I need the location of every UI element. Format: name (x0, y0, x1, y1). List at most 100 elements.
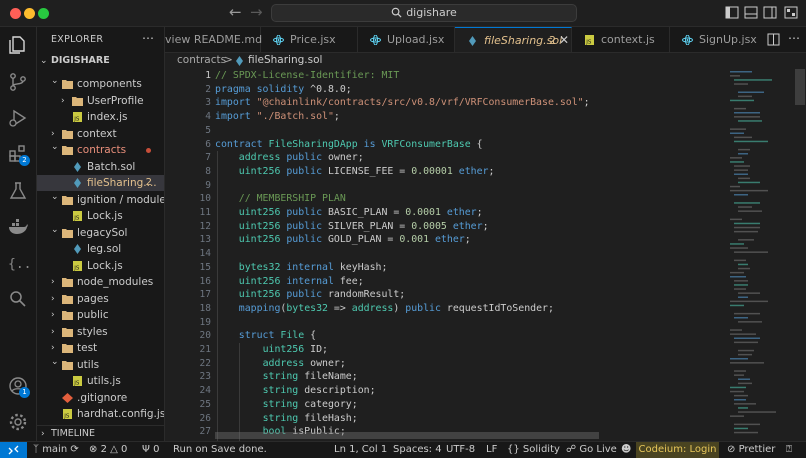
maximize-window-button[interactable] (38, 8, 49, 19)
problems-status[interactable]: ⊗ 2 △ 0 (89, 442, 127, 458)
testing-flask-icon[interactable] (7, 180, 29, 202)
command-center-search[interactable]: digishare (271, 4, 577, 22)
javascript-file-icon: JS (73, 112, 82, 122)
close-window-button[interactable] (10, 8, 21, 19)
code-line[interactable]: import "./Batch.sol"; (215, 110, 340, 124)
encoding-status[interactable]: UTF-8 (446, 442, 475, 458)
code-line[interactable]: bytes32 internal keyHash; (215, 261, 388, 275)
tree-item[interactable]: leg.sol (37, 241, 164, 257)
split-editor-icon[interactable] (767, 33, 780, 46)
tree-item[interactable]: ⌄ legacySol (37, 225, 164, 241)
editor-tab[interactable]: fileSharing.sol 2 ✕ (455, 27, 572, 52)
tree-item[interactable]: ⌄ components (37, 76, 164, 92)
code-line[interactable]: uint256 ID; (215, 343, 328, 357)
code-line[interactable]: string category; (215, 398, 358, 412)
tree-item[interactable]: › UserProfile (37, 93, 164, 109)
tree-item-label: components (77, 78, 142, 90)
tree-item[interactable]: .gitignore (37, 390, 164, 406)
ports-status[interactable]: Ψ 0 (142, 442, 159, 458)
folder-icon (62, 327, 73, 337)
tree-item[interactable]: ⌄ contracts (37, 142, 164, 158)
code-token: uint256 (238, 207, 287, 218)
minimap-slider[interactable] (795, 69, 805, 105)
remote-indicator[interactable] (0, 442, 27, 458)
docker-whale-icon[interactable] (7, 216, 29, 238)
editor-tab[interactable]: JS context.js (572, 27, 670, 52)
code-line[interactable]: pragma solidity ^0.8.0; (215, 83, 352, 97)
explorer-files-icon[interactable] (7, 34, 29, 56)
code-line[interactable]: uint256 public GOLD_PLAN = 0.001 ether; (215, 233, 471, 247)
settings-gear-icon[interactable] (7, 411, 29, 433)
project-root[interactable]: ⌄ DIGISHARE (37, 53, 164, 69)
run-debug-icon[interactable] (7, 107, 29, 129)
minimap[interactable] (728, 69, 800, 441)
code-token: struct (238, 330, 281, 342)
more-actions-icon[interactable]: ⋯ (142, 31, 154, 45)
indentation-status[interactable]: Spaces: 4 (393, 442, 442, 458)
cursor-position[interactable]: Ln 1, Col 1 (334, 442, 387, 458)
code-line[interactable]: contract FileSharingDApp is VRFConsumerB… (215, 138, 483, 152)
solidity-file-icon (74, 161, 81, 172)
horizontal-scrollbar[interactable] (215, 432, 599, 439)
breadcrumb-file[interactable]: fileSharing.sol (248, 53, 322, 68)
more-actions-icon[interactable]: ⋯ (788, 31, 800, 45)
branch-status[interactable]: ᛉ main ⟳ (33, 442, 79, 458)
code-editor[interactable]: 1 2 3 4 5 6 7 8 9 10 11 12 13 14 15 16 17 18 19 20 21 22 23 24 2… (165, 69, 806, 441)
minimize-window-button[interactable] (24, 8, 35, 19)
code-line[interactable]: string fileHash; (215, 412, 358, 426)
forward-arrow-icon[interactable]: → (250, 3, 263, 21)
tree-item[interactable]: › pages (37, 291, 164, 307)
go-live-button[interactable]: ☍ Go Live (566, 442, 617, 458)
editor-tab[interactable]: view README.md (165, 27, 262, 52)
code-line[interactable]: uint256 public LICENSE_FEE = 0.00001 eth… (215, 165, 495, 179)
eol-status[interactable]: LF (486, 442, 497, 458)
editor-tab[interactable]: Price.jsx (261, 27, 358, 52)
line-number: 15 (199, 261, 211, 273)
code-line[interactable]: uint256 internal fee; (215, 275, 364, 289)
tree-item[interactable]: JS index.js (37, 109, 164, 125)
run-on-save-status[interactable]: Run on Save done. (173, 442, 267, 458)
prettier-status[interactable]: ⊘ Prettier (727, 442, 775, 458)
source-control-icon[interactable] (7, 71, 29, 93)
toggle-panel-icon[interactable] (744, 6, 758, 19)
editor-tab[interactable]: SignUp.jsx (670, 27, 768, 52)
tree-item[interactable]: › node_modules (37, 274, 164, 290)
language-mode[interactable]: {} Solidity (507, 442, 560, 458)
code-line[interactable]: uint256 public randomResult; (215, 288, 405, 302)
close-tab-icon[interactable]: ✕ (559, 28, 569, 52)
code-token: keyHash; (339, 261, 388, 273)
tree-item[interactable]: JS utils.js (37, 373, 164, 389)
tree-item[interactable]: JS hardhat.config.js (37, 406, 164, 422)
tree-item[interactable]: ⌄ ignition / modules (37, 192, 164, 208)
tree-item[interactable]: Batch.sol (37, 159, 164, 175)
code-line[interactable]: uint256 public BASIC_PLAN = 0.0001 ether… (215, 206, 483, 220)
copilot-icon[interactable]: ☻ (621, 442, 631, 458)
search-icon[interactable] (7, 288, 29, 310)
code-line[interactable]: string fileName; (215, 370, 358, 384)
notifications-bell-icon[interactable]: ⍰ (786, 442, 792, 458)
breadcrumb-folder[interactable]: contracts (177, 53, 226, 68)
code-line[interactable]: address public owner; (215, 151, 364, 165)
editor-tab[interactable]: Upload.jsx (358, 27, 455, 52)
tree-item-label: Batch.sol (87, 160, 136, 173)
back-arrow-icon[interactable]: ← (229, 3, 242, 21)
code-line[interactable]: string description; (215, 384, 376, 398)
toggle-primary-sidebar-icon[interactable] (725, 6, 739, 19)
code-line[interactable]: import "@chainlink/contracts/src/v0.8/vr… (215, 96, 590, 110)
tree-item[interactable]: JS Lock.js (37, 258, 164, 274)
code-line[interactable]: mapping(bytes32 => address) public reque… (215, 302, 554, 316)
timeline-section[interactable]: › TIMELINE (37, 425, 164, 441)
code-line[interactable]: // MEMBERSHIP PLAN (215, 192, 346, 206)
code-line[interactable]: uint256 public SILVER_PLAN = 0.0005 ethe… (215, 220, 489, 234)
code-token: randomResult; (327, 289, 406, 301)
tree-item[interactable]: ⌄ utils (37, 357, 164, 373)
tree-item[interactable]: › public (37, 307, 164, 323)
tree-item[interactable]: › styles (37, 324, 164, 340)
customize-layout-icon[interactable] (784, 6, 798, 19)
json-braces-icon[interactable]: {..} (7, 252, 29, 274)
code-line[interactable]: // SPDX-License-Identifier: MIT (215, 69, 399, 83)
codeium-login-button[interactable]: Codeium: Login (636, 442, 719, 458)
toggle-secondary-sidebar-icon[interactable] (763, 6, 777, 19)
code-line[interactable]: address owner; (215, 357, 346, 371)
code-line[interactable]: struct File { (215, 329, 316, 343)
